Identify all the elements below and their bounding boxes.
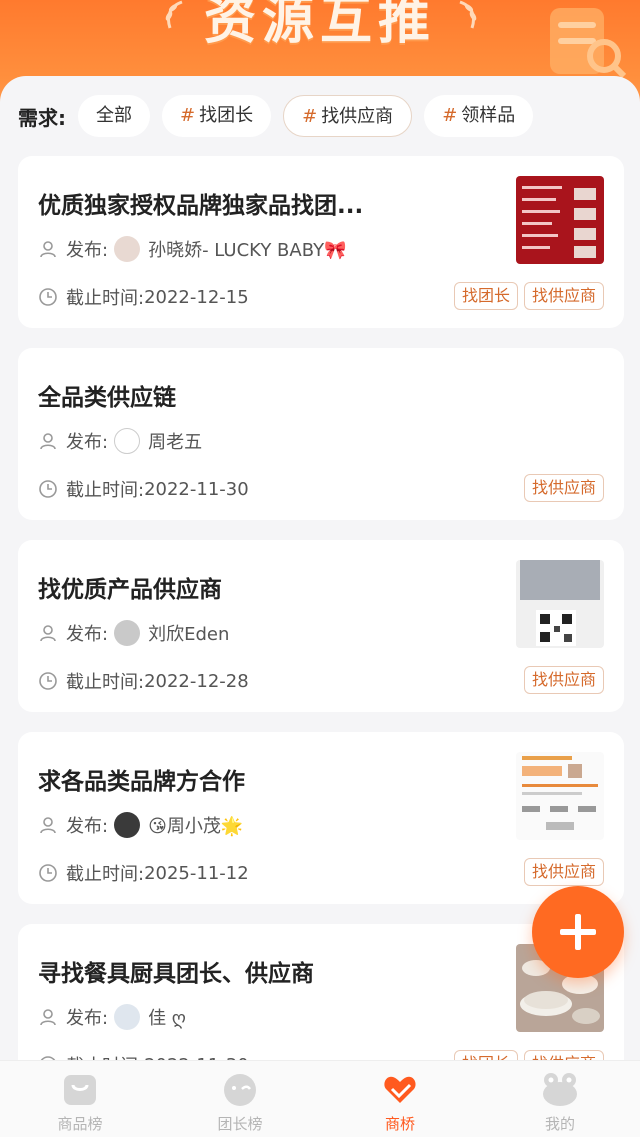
demand-card[interactable]: 求各品类品牌方合作 发布: 😘周小茂🌟 截止时间: 2025-11-12 找供应… — [18, 732, 624, 904]
deadline-row: 截止时间: 2025-11-12 — [38, 860, 249, 886]
tag-list: 找供应商 — [518, 474, 604, 502]
nav-label: 团长榜 — [217, 1115, 263, 1133]
nav-item-bridge[interactable]: 商桥 — [320, 1061, 480, 1137]
avatar — [114, 812, 141, 838]
user-icon — [40, 1009, 56, 1026]
publisher-row: 发布: 孙晓娇- LUCKY BABY🎀 — [38, 236, 346, 262]
chip-label: 领样品 — [461, 105, 516, 126]
filter-chip-all[interactable]: 全部 — [78, 95, 150, 137]
filter-label: 需求: — [18, 105, 66, 130]
nav-item-product-rank[interactable]: 商品榜 — [0, 1061, 160, 1137]
publish-label: 发布: — [66, 624, 109, 645]
tag-find-supplier: 找供应商 — [523, 666, 604, 694]
face-icon — [224, 1074, 256, 1106]
demand-card[interactable]: 优质独家授权品牌独家品找团... 发布: 孙晓娇- LUCKY BABY🎀 截止… — [18, 156, 624, 328]
database-search-icon — [550, 8, 626, 79]
card-title: 求各品类品牌方合作 — [38, 769, 245, 795]
bag-icon — [64, 1075, 96, 1105]
avatar — [114, 428, 141, 454]
bottom-nav: 商品榜 团长榜 商桥 我的 — [0, 1060, 640, 1137]
publisher-row: 发布: 刘欣Eden — [38, 620, 229, 646]
nav-item-leader-rank[interactable]: 团长榜 — [160, 1061, 320, 1137]
nav-label: 商桥 — [384, 1115, 415, 1133]
deadline-label: 截止时间: — [66, 672, 145, 693]
user-icon — [40, 817, 56, 834]
tag-find-supplier: 找供应商 — [523, 858, 604, 886]
deadline-row: 截止时间: 2022-11-30 — [38, 476, 249, 502]
clock-icon — [39, 480, 57, 498]
publish-label: 发布: — [66, 1008, 109, 1029]
publisher-name: 😘周小茂🌟 — [148, 816, 244, 837]
user-icon — [40, 241, 56, 258]
avatar — [114, 1004, 141, 1030]
publish-label: 发布: — [66, 432, 109, 453]
nav-label: 商品榜 — [57, 1115, 103, 1133]
deadline-date: 2025-11-12 — [144, 862, 249, 884]
clock-icon — [39, 288, 57, 306]
publisher-row: 发布: 佳 ღ — [38, 1004, 186, 1030]
laurel-right-icon — [459, 0, 477, 29]
user-icon — [40, 433, 56, 450]
publisher-name: 周老五 — [148, 432, 203, 453]
deadline-label: 截止时间: — [66, 288, 145, 309]
nav-label: 我的 — [544, 1115, 575, 1133]
publisher-row: 发布: 周老五 — [38, 428, 202, 454]
publish-label: 发布: — [66, 816, 109, 837]
filter-chip-get-samples[interactable]: # 领样品 — [424, 95, 534, 137]
demand-card[interactable]: 全品类供应链 发布: 周老五 截止时间: 2022-11-30 找供应商 — [18, 348, 624, 520]
user-icon — [40, 625, 56, 642]
chip-label: 全部 — [96, 105, 132, 126]
frog-face-icon — [543, 1073, 577, 1106]
tag-find-leader: 找团长 — [453, 282, 518, 310]
deadline-row: 截止时间: 2022-12-28 — [38, 668, 249, 694]
card-title: 全品类供应链 — [38, 385, 176, 411]
clock-icon — [39, 672, 57, 690]
tag-list: 找供应商 — [518, 858, 604, 886]
publisher-name: 刘欣Eden — [148, 624, 230, 645]
deadline-date: 2022-11-30 — [144, 478, 249, 500]
handshake-heart-icon — [384, 1076, 416, 1103]
tag-list: 找团长 找供应商 — [448, 282, 604, 310]
publisher-name: 佳 ღ — [148, 1008, 186, 1029]
card-thumbnail — [516, 560, 604, 648]
add-post-button[interactable] — [532, 886, 624, 978]
deadline-label: 截止时间: — [66, 864, 145, 885]
card-thumbnail — [516, 176, 604, 264]
avatar — [114, 236, 141, 262]
card-title: 优质独家授权品牌独家品找团... — [38, 193, 364, 219]
publisher-row: 发布: 😘周小茂🌟 — [38, 812, 243, 838]
demand-filter-bar: 需求: 全部 # 找团长 # 找供应商 # 领样品 — [0, 76, 640, 156]
hash-icon: # — [180, 105, 196, 126]
filter-chip-find-supplier[interactable]: # 找供应商 — [283, 95, 413, 137]
publish-label: 发布: — [66, 240, 109, 261]
deadline-label: 截止时间: — [66, 480, 145, 501]
card-title: 寻找餐具厨具团长、供应商 — [38, 961, 314, 987]
demand-card[interactable]: 找优质产品供应商 发布: 刘欣Eden 截止时间: 2022-12-28 找供应… — [18, 540, 624, 712]
deadline-date: 2022-12-15 — [144, 286, 249, 308]
clock-icon — [39, 864, 57, 882]
card-thumbnail — [516, 752, 604, 840]
tag-find-supplier: 找供应商 — [523, 474, 604, 502]
nav-item-mine[interactable]: 我的 — [480, 1061, 640, 1137]
tag-find-supplier: 找供应商 — [523, 282, 604, 310]
deadline-date: 2022-12-28 — [144, 670, 249, 692]
tag-list: 找供应商 — [518, 666, 604, 694]
publisher-name: 孙晓娇- LUCKY BABY🎀 — [148, 240, 347, 261]
hash-icon: # — [442, 105, 458, 126]
chip-label: 找团长 — [199, 105, 254, 126]
chip-label: 找供应商 — [321, 106, 394, 127]
deadline-row: 截止时间: 2022-12-15 — [38, 284, 249, 310]
card-title: 找优质产品供应商 — [38, 577, 222, 603]
hash-icon: # — [302, 106, 318, 127]
filter-chip-find-leader[interactable]: # 找团长 — [162, 95, 272, 137]
avatar — [114, 620, 141, 646]
